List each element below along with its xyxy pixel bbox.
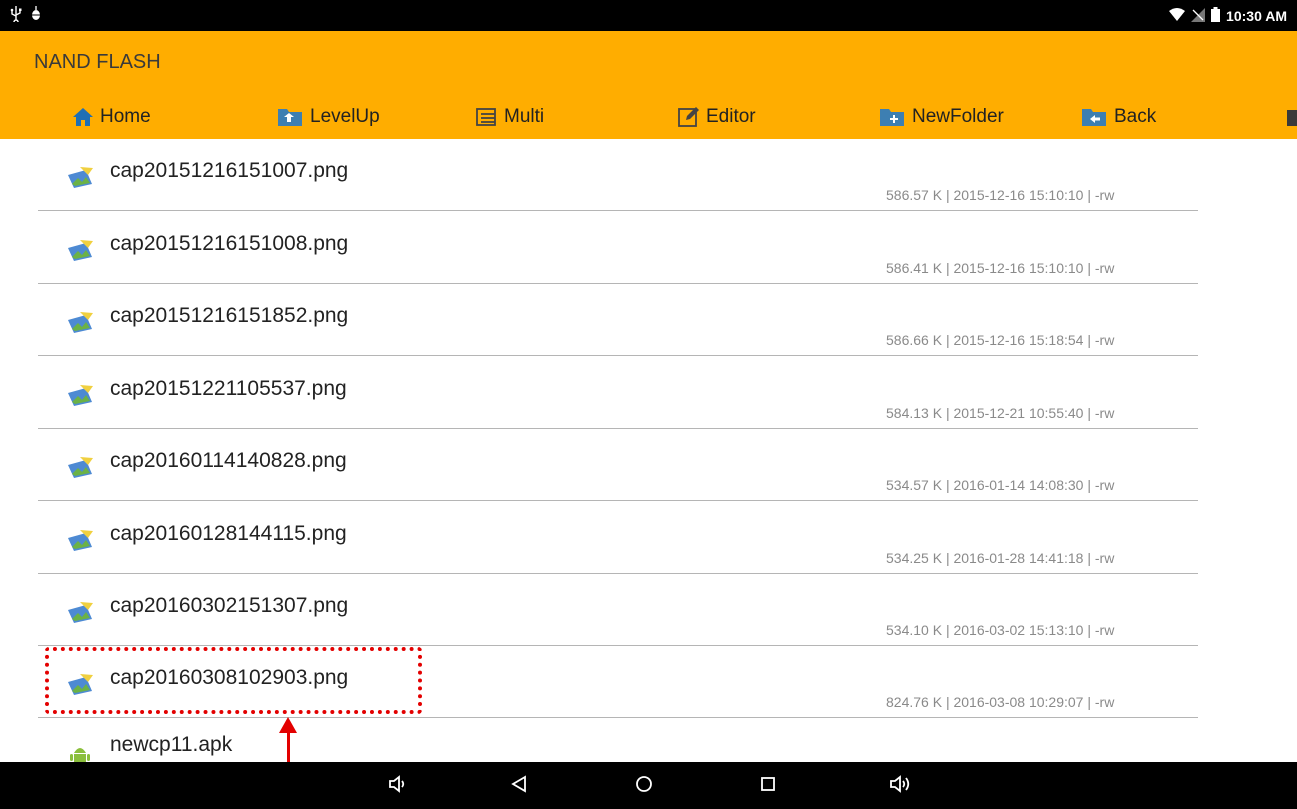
multi-button-label: Multi xyxy=(504,106,545,127)
new-folder-icon xyxy=(880,107,906,127)
file-row[interactable]: cap20160114140828.png 534.57 K | 2016-01… xyxy=(38,429,1198,501)
usb-icon xyxy=(10,6,22,27)
image-file-icon xyxy=(66,674,96,696)
volume-up-button[interactable] xyxy=(886,772,914,800)
file-meta: 586.57 K | 2015-12-16 15:10:10 | -rw xyxy=(886,187,1115,203)
file-name: cap20160114140828.png xyxy=(110,449,347,472)
file-meta: 584.13 K | 2015-12-21 10:55:40 | -rw xyxy=(886,405,1115,421)
levelup-button-label: LevelUp xyxy=(310,106,380,127)
file-meta: 534.10 K | 2016-03-02 15:13:10 | -rw xyxy=(886,622,1115,638)
app-bar: NAND FLASH Home LevelUp Multi Editor New… xyxy=(0,31,1297,139)
editor-button-label: Editor xyxy=(706,106,756,127)
no-sim-icon xyxy=(1191,7,1206,25)
home-button-label: Home xyxy=(100,106,151,127)
image-file-icon xyxy=(66,240,96,262)
back-nav-button[interactable] xyxy=(505,772,533,800)
file-name: cap20151221105537.png xyxy=(110,377,347,400)
home-icon xyxy=(72,107,94,127)
image-file-icon xyxy=(66,530,96,552)
annotation-arrow-head xyxy=(279,717,297,733)
toolbar: Home LevelUp Multi Editor NewFolder Back xyxy=(0,99,1297,135)
status-bar: 10:30 AM xyxy=(0,0,1297,31)
file-row[interactable]: newcp11.apk xyxy=(38,719,1198,762)
file-meta: 534.57 K | 2016-01-14 14:08:30 | -rw xyxy=(886,477,1115,493)
file-row[interactable]: cap20151216151007.png 586.57 K | 2015-12… xyxy=(38,139,1198,211)
navigation-bar xyxy=(0,762,1297,809)
file-name: cap20151216151007.png xyxy=(110,159,349,182)
volume-up-icon xyxy=(889,774,911,799)
android-debug-icon xyxy=(30,6,42,27)
toolbar-overflow-item[interactable] xyxy=(1287,102,1297,132)
file-name: cap20160128144115.png xyxy=(110,522,347,545)
image-file-icon xyxy=(66,167,96,189)
file-row[interactable]: cap20151221105537.png 584.13 K | 2015-12… xyxy=(38,357,1198,429)
back-icon xyxy=(510,774,528,798)
home-circle-icon xyxy=(635,775,653,798)
folder-levelup-icon xyxy=(278,107,304,127)
file-name: cap20151216151852.png xyxy=(110,304,349,327)
file-list: cap20151216151007.png 586.57 K | 2015-12… xyxy=(0,139,1297,762)
recents-nav-button[interactable] xyxy=(754,772,782,800)
editor-button[interactable]: Editor xyxy=(678,102,756,132)
file-meta: 534.25 K | 2016-01-28 14:41:18 | -rw xyxy=(886,550,1115,566)
file-name: cap20160308102903.png xyxy=(110,666,349,689)
volume-down-icon xyxy=(387,774,407,799)
folder-back-icon xyxy=(1082,107,1108,127)
home-button[interactable]: Home xyxy=(72,102,151,132)
volume-down-button[interactable] xyxy=(383,772,411,800)
status-time: 10:30 AM xyxy=(1226,8,1287,24)
back-button[interactable]: Back xyxy=(1082,102,1156,132)
battery-icon xyxy=(1211,7,1221,25)
file-row[interactable]: cap20151216151852.png 586.66 K | 2015-12… xyxy=(38,284,1198,356)
back-button-label: Back xyxy=(1114,106,1157,127)
image-file-icon xyxy=(66,312,96,334)
file-meta: 824.76 K | 2016-03-08 10:29:07 | -rw xyxy=(886,694,1115,710)
file-meta: 586.41 K | 2015-12-16 15:10:10 | -rw xyxy=(886,260,1115,276)
file-name: cap20151216151008.png xyxy=(110,232,349,255)
home-nav-button[interactable] xyxy=(630,772,658,800)
multi-button[interactable]: Multi xyxy=(476,102,544,132)
file-row[interactable]: cap20151216151008.png 586.41 K | 2015-12… xyxy=(38,212,1198,284)
status-right: 10:30 AM xyxy=(1169,7,1287,25)
new-folder-button[interactable]: NewFolder xyxy=(880,102,1004,132)
app-title: NAND FLASH xyxy=(34,51,161,73)
file-row-selected[interactable]: cap20160308102903.png 824.76 K | 2016-03… xyxy=(38,646,1198,718)
edit-icon xyxy=(678,107,700,127)
file-meta: 586.66 K | 2015-12-16 15:18:54 | -rw xyxy=(886,332,1115,348)
file-row[interactable]: cap20160302151307.png 534.10 K | 2016-03… xyxy=(38,574,1198,646)
multi-select-icon xyxy=(476,108,498,126)
file-row[interactable]: cap20160128144115.png 534.25 K | 2016-01… xyxy=(38,502,1198,574)
recents-icon xyxy=(760,776,776,797)
folder-partial-icon xyxy=(1287,107,1297,127)
new-folder-button-label: NewFolder xyxy=(912,106,1004,127)
file-name: cap20160302151307.png xyxy=(110,594,349,617)
wifi-icon xyxy=(1169,8,1186,24)
image-file-icon xyxy=(66,385,96,407)
image-file-icon xyxy=(66,457,96,479)
status-left-icons xyxy=(10,6,42,27)
file-name: newcp11.apk xyxy=(110,733,233,756)
levelup-button[interactable]: LevelUp xyxy=(278,102,380,132)
apk-file-icon xyxy=(66,741,96,762)
image-file-icon xyxy=(66,602,96,624)
